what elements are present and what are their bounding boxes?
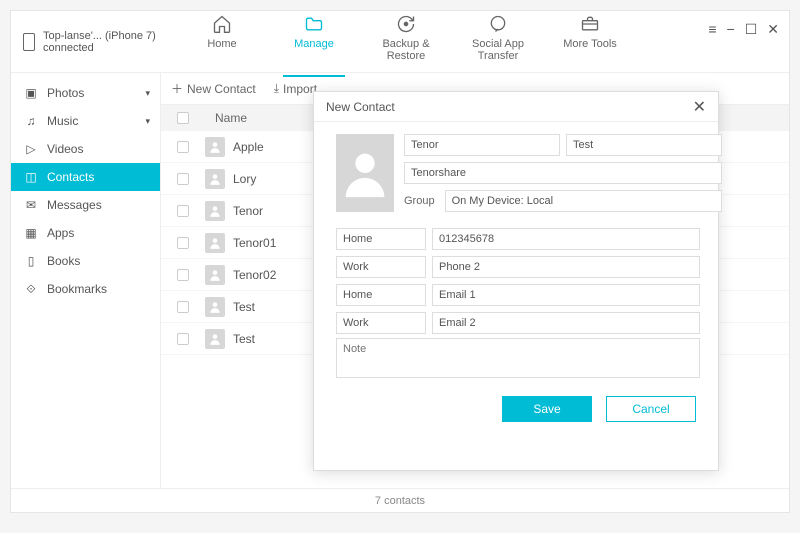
contact-name: Lory bbox=[233, 172, 256, 186]
phone-icon bbox=[23, 33, 35, 51]
avatar-icon bbox=[205, 265, 225, 285]
cancel-button[interactable]: Cancel bbox=[606, 396, 696, 422]
apps-icon: ▦ bbox=[23, 226, 39, 240]
column-name[interactable]: Name bbox=[205, 111, 247, 125]
close-icon[interactable]: ✕ bbox=[693, 97, 706, 117]
field-type-input[interactable] bbox=[336, 228, 426, 250]
contact-photo[interactable] bbox=[336, 134, 394, 212]
tab-backup[interactable]: Backup & Restore bbox=[365, 13, 447, 70]
new-contact-dialog: New Contact ✕ Group Save Cancel bbox=[313, 91, 719, 471]
last-name-input[interactable] bbox=[566, 134, 722, 156]
field-type-input[interactable] bbox=[336, 284, 426, 306]
note-input[interactable] bbox=[336, 338, 700, 378]
photos-icon: ▣ bbox=[23, 86, 39, 100]
chevron-down-icon[interactable]: ▾ bbox=[145, 116, 150, 127]
tab-social[interactable]: Social App Transfer bbox=[457, 13, 539, 70]
header: Top-lanse'... (iPhone 7) connected Home … bbox=[11, 11, 789, 73]
sidebar-item-books[interactable]: ▯Books bbox=[11, 247, 160, 275]
row-checkbox[interactable] bbox=[177, 237, 189, 249]
contact-name: Tenor01 bbox=[233, 236, 276, 250]
chevron-down-icon[interactable]: ▾ bbox=[145, 88, 150, 99]
contact-name: Tenor bbox=[233, 204, 263, 218]
avatar-icon bbox=[205, 201, 225, 221]
menu-icon[interactable]: ≡ bbox=[708, 21, 716, 38]
chat-icon bbox=[457, 13, 539, 35]
bookmark-icon: ⟐ bbox=[23, 282, 39, 297]
music-icon: ♫ bbox=[23, 114, 39, 128]
messages-icon: ✉ bbox=[23, 198, 39, 212]
tab-home[interactable]: Home bbox=[181, 13, 263, 70]
contacts-icon: ◫ bbox=[23, 170, 39, 184]
group-label: Group bbox=[404, 190, 435, 212]
contact-name: Test bbox=[233, 332, 255, 346]
tab-manage[interactable]: Manage bbox=[273, 13, 355, 70]
avatar-icon bbox=[205, 169, 225, 189]
dialog-title: New Contact bbox=[326, 100, 395, 114]
row-checkbox[interactable] bbox=[177, 141, 189, 153]
video-icon: ▷ bbox=[23, 142, 39, 156]
field-type-input[interactable] bbox=[336, 312, 426, 334]
contact-name: Test bbox=[233, 300, 255, 314]
sidebar-item-photos[interactable]: ▣Photos▾ bbox=[11, 79, 160, 107]
status-bar: 7 contacts bbox=[11, 488, 789, 512]
home-icon bbox=[181, 13, 263, 35]
sidebar-item-messages[interactable]: ✉Messages bbox=[11, 191, 160, 219]
avatar-icon bbox=[205, 329, 225, 349]
sidebar-item-videos[interactable]: ▷Videos bbox=[11, 135, 160, 163]
field-value-input[interactable] bbox=[432, 284, 700, 306]
sidebar-item-apps[interactable]: ▦Apps bbox=[11, 219, 160, 247]
avatar-icon bbox=[205, 233, 225, 253]
maximize-icon[interactable]: ☐ bbox=[745, 21, 758, 38]
device-name: Top-lanse'... (iPhone 7) bbox=[43, 30, 156, 42]
group-select[interactable] bbox=[445, 190, 722, 212]
new-contact-button[interactable]: ＋New Contact bbox=[171, 80, 256, 97]
import-button[interactable]: ⤓Import bbox=[274, 81, 317, 96]
sidebar-item-contacts[interactable]: ◫Contacts bbox=[11, 163, 160, 191]
row-checkbox[interactable] bbox=[177, 205, 189, 217]
avatar-icon bbox=[205, 137, 225, 157]
row-checkbox[interactable] bbox=[177, 301, 189, 313]
first-name-input[interactable] bbox=[404, 134, 560, 156]
folder-icon bbox=[273, 13, 355, 35]
select-all-checkbox[interactable] bbox=[177, 112, 189, 124]
company-input[interactable] bbox=[404, 162, 722, 184]
minimize-icon[interactable]: − bbox=[727, 21, 735, 38]
row-checkbox[interactable] bbox=[177, 269, 189, 281]
device-status: connected bbox=[43, 42, 156, 54]
field-value-input[interactable] bbox=[432, 228, 700, 250]
sidebar-item-bookmarks[interactable]: ⟐Bookmarks bbox=[11, 275, 160, 303]
device-info: Top-lanse'... (iPhone 7) connected bbox=[11, 30, 171, 54]
contact-name: Tenor02 bbox=[233, 268, 276, 282]
field-value-input[interactable] bbox=[432, 256, 700, 278]
row-checkbox[interactable] bbox=[177, 173, 189, 185]
row-checkbox[interactable] bbox=[177, 333, 189, 345]
toolbox-icon bbox=[549, 13, 631, 35]
import-icon: ⤓ bbox=[274, 81, 279, 96]
save-button[interactable]: Save bbox=[502, 396, 592, 422]
field-type-input[interactable] bbox=[336, 256, 426, 278]
contact-name: Apple bbox=[233, 140, 264, 154]
field-value-input[interactable] bbox=[432, 312, 700, 334]
sidebar: ▣Photos▾ ♫Music▾ ▷Videos ◫Contacts ✉Mess… bbox=[11, 73, 161, 488]
avatar-icon bbox=[205, 297, 225, 317]
books-icon: ▯ bbox=[23, 254, 39, 268]
close-window-icon[interactable]: ✕ bbox=[767, 21, 779, 38]
backup-icon bbox=[365, 13, 447, 35]
tab-tools[interactable]: More Tools bbox=[549, 13, 631, 70]
plus-icon: ＋ bbox=[171, 80, 183, 97]
sidebar-item-music[interactable]: ♫Music▾ bbox=[11, 107, 160, 135]
